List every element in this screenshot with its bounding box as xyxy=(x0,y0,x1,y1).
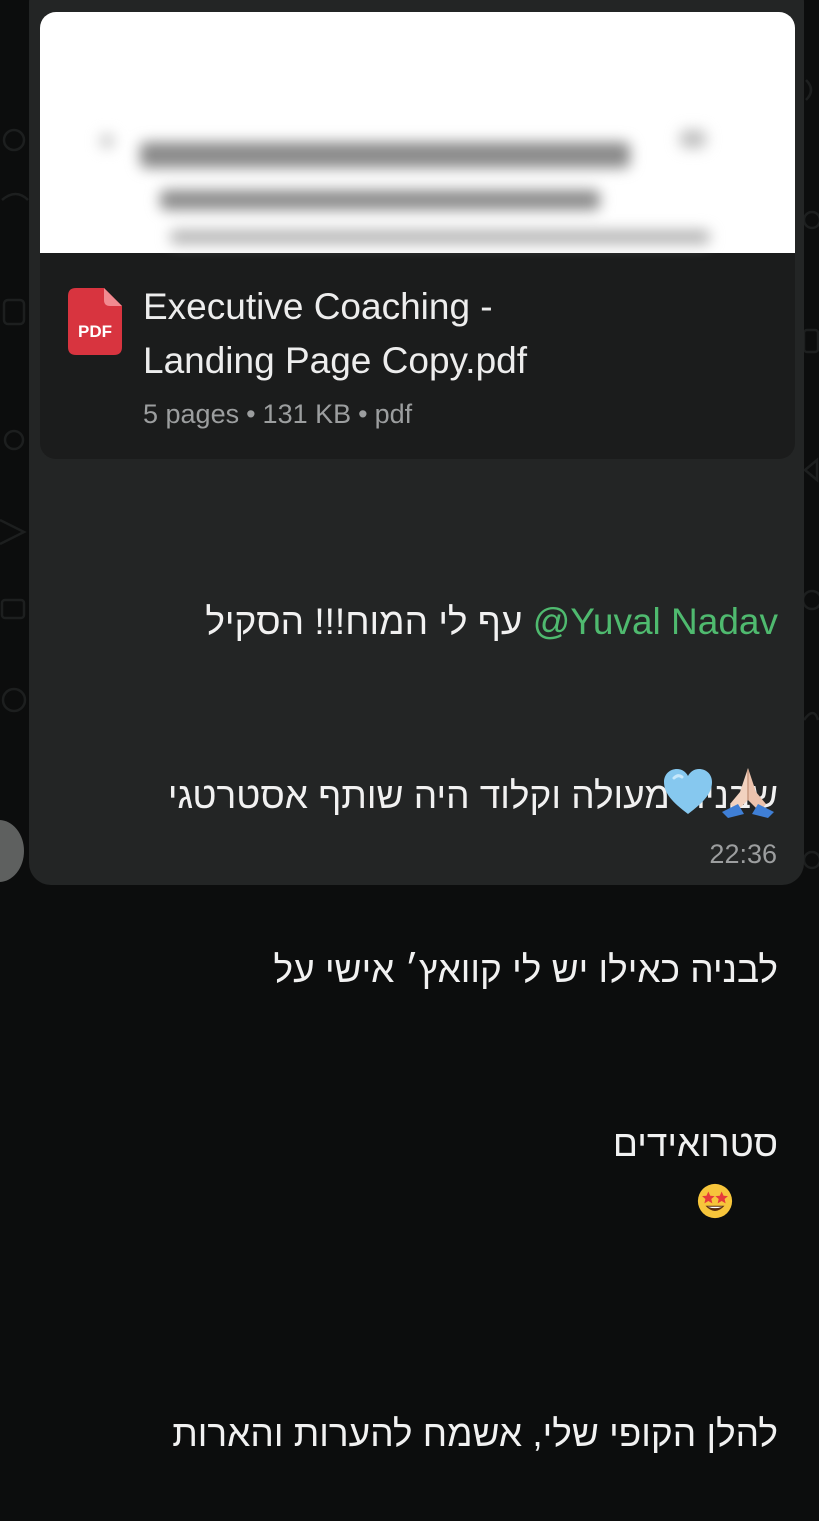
meta-separator: • xyxy=(358,399,368,429)
file-size: 131 KB xyxy=(262,399,352,429)
page-count: 5 pages xyxy=(143,399,240,429)
blurred-text-lines xyxy=(40,12,795,253)
scroll-button[interactable] xyxy=(0,820,24,882)
document-title-line-2: Landing Page Copy.pdf xyxy=(143,340,528,381)
message-line-4: סטרואידים xyxy=(62,1115,778,1289)
message-timestamp: 22:36 xyxy=(709,839,777,869)
folded-hands-icon xyxy=(722,768,774,818)
document-title: Executive Coaching - Landing Page Copy.p… xyxy=(143,280,703,388)
light-blue-heart-icon xyxy=(664,769,712,814)
message-line-4-text: סטרואידים xyxy=(612,1123,778,1164)
document-title-line-1: Executive Coaching - xyxy=(143,286,493,327)
message-line-3: לבניה כאילו יש לי קוואץ׳ אישי על xyxy=(273,949,778,990)
pdf-attachment[interactable]: PDF Executive Coaching - Landing Page Co… xyxy=(40,12,795,459)
star-struck-icon xyxy=(697,1183,732,1219)
document-preview[interactable] xyxy=(40,12,795,253)
document-metadata: 5 pages • 131 KB • pdf xyxy=(143,394,412,434)
message-line-1: @Yuval Nadav עף לי המוח!!! הסקיל xyxy=(62,593,778,651)
message-line-1-text: עף לי המוח!!! הסקיל xyxy=(205,601,533,642)
pdf-icon-label: PDF xyxy=(78,322,112,341)
message-line-5: להלן הקופי שלי, אשמח להערות והארות xyxy=(172,1413,778,1454)
file-type: pdf xyxy=(374,399,413,429)
message-text: @Yuval Nadav עף לי המוח!!! הסקיל שבנית מ… xyxy=(62,477,778,1521)
meta-separator: • xyxy=(246,399,256,429)
pdf-file-icon: PDF xyxy=(68,288,122,355)
user-mention[interactable]: @Yuval Nadav xyxy=(533,601,778,642)
